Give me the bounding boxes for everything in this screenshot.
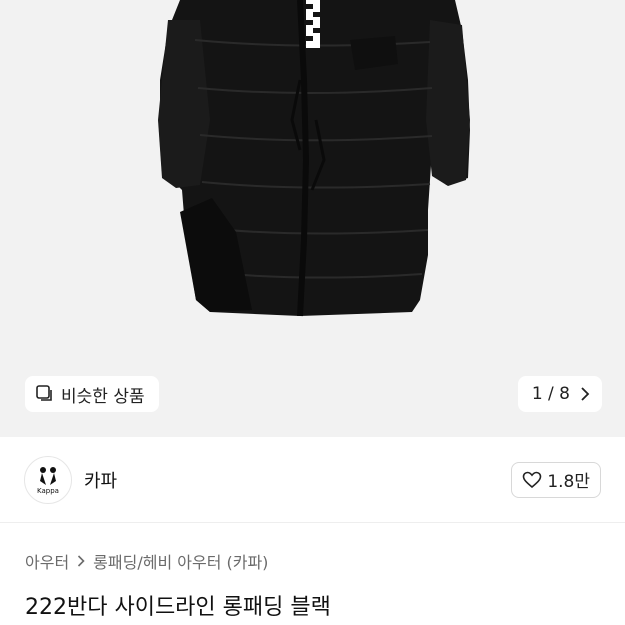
chevron-right-icon bbox=[580, 387, 590, 401]
kappa-logo: Kappa bbox=[37, 466, 59, 495]
brand-logo-avatar[interactable]: Kappa bbox=[24, 455, 72, 504]
breadcrumb-subcategory[interactable]: 롱패딩/헤비 아우터 (카파) bbox=[93, 549, 268, 573]
kappa-logo-text: Kappa bbox=[37, 487, 59, 495]
copy-icon bbox=[35, 384, 55, 404]
image-page-indicator[interactable]: 1 / 8 bbox=[517, 376, 602, 412]
similar-products-label: 비슷한 상품 bbox=[61, 386, 145, 407]
like-count: 1.8만 bbox=[547, 472, 590, 492]
seller-row: Kappa 카파 1.8만 bbox=[0, 437, 625, 523]
product-title: 222반다 사이드라인 롱패딩 블랙 bbox=[25, 595, 331, 620]
breadcrumb: 아우터 롱패딩/헤비 아우터 (카파) bbox=[25, 549, 268, 573]
seller-name[interactable]: 카파 bbox=[84, 467, 117, 493]
product-image-gallery[interactable]: 비슷한 상품 1 / 8 bbox=[0, 0, 625, 437]
similar-products-button[interactable]: 비슷한 상품 bbox=[25, 376, 159, 412]
product-image bbox=[158, 0, 470, 317]
heart-icon bbox=[522, 471, 542, 489]
page-indicator-text: 1 / 8 bbox=[531, 384, 570, 404]
breadcrumb-category[interactable]: 아우터 bbox=[25, 549, 69, 573]
like-button[interactable]: 1.8만 bbox=[511, 461, 601, 498]
chevron-right-icon bbox=[77, 555, 85, 567]
